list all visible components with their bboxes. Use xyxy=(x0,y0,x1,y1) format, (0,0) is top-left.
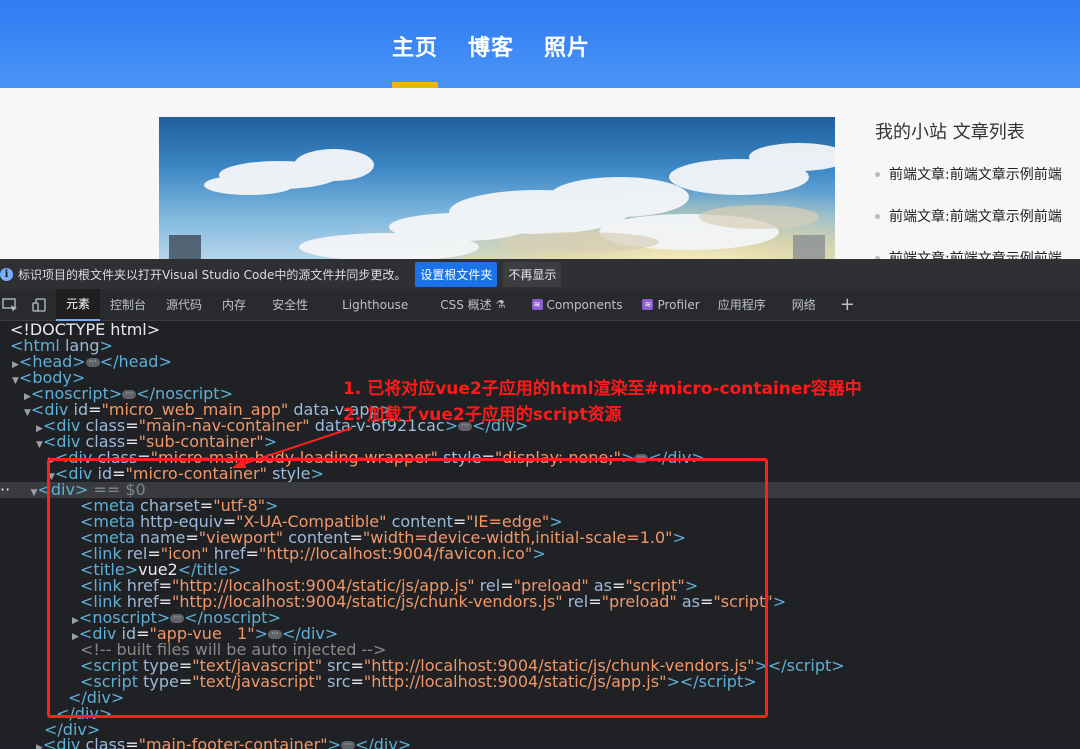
sky-clouds-image xyxy=(159,117,835,259)
flask-icon: ⚗ xyxy=(495,298,506,311)
tab-label: CSS 概述 xyxy=(440,298,492,312)
nav-photos[interactable]: 照片 xyxy=(544,30,590,88)
set-root-folder-button[interactable]: 设置根文件夹 xyxy=(415,261,498,287)
article-title: 前端文章:前端文章示例前端 xyxy=(889,251,1062,259)
highlight-box xyxy=(47,458,768,718)
ellipsis-icon[interactable]: ··· xyxy=(122,390,137,399)
site-header: 主页 博客 照片 xyxy=(0,0,1080,88)
ellipsis-icon[interactable]: ··· xyxy=(85,358,100,367)
sidebar-title: 我的小站 文章列表 xyxy=(875,122,1025,143)
inspect-element-icon[interactable] xyxy=(2,297,18,312)
collapse-icon[interactable]: ▼ xyxy=(36,440,43,450)
article-title: 前端文章:前端文章示例前端 xyxy=(889,209,1062,225)
footer-container-line[interactable]: ▶<div class="main-footer-container"> ··· <… xyxy=(36,737,411,749)
annotation-line-2: 2. 加载了vue2子应用的script资源 xyxy=(343,405,622,425)
devtools-tabbar: 元素 控制台 源代码 内存 安全性 Lighthouse CSS 概述 ⚗ ≋ Co… xyxy=(0,288,1080,321)
collapse-icon[interactable]: ▼ xyxy=(24,408,31,418)
collapse-icon[interactable]: ▼ xyxy=(12,376,19,386)
tab-lighthouse[interactable]: Lighthouse xyxy=(324,289,424,321)
hero-image xyxy=(159,117,835,259)
expand-icon[interactable]: ▶ xyxy=(36,424,43,434)
bullet-icon xyxy=(875,213,880,219)
tab-memory[interactable]: 内存 xyxy=(212,289,256,321)
article-sidebar: 我的小站 文章列表 前端文章:前端文章示例前端 前端文章:前端文章示例前端 前端… xyxy=(875,118,1080,259)
website-preview: 主页 博客 照片 我的小站 文章列表 前端文章:前端文章示例前端 前端文章:前端… xyxy=(0,0,1080,259)
annotation-line-1: 1. 已将对应vue2子应用的html渲染至#micro-container容器… xyxy=(343,379,862,399)
devtools-infobar: i 标识项目的根文件夹以打开Visual Studio Code中的源文件并同步… xyxy=(0,259,1080,289)
dont-show-again-button[interactable]: 不再显示 xyxy=(503,261,562,287)
tab-console[interactable]: 控制台 xyxy=(100,289,156,321)
infobar-message: 标识项目的根文件夹以打开Visual Studio Code中的源文件并同步更改… xyxy=(18,267,407,282)
article-title: 前端文章:前端文章示例前端 xyxy=(889,167,1062,183)
tab-components[interactable]: ≋ Components xyxy=(522,289,633,321)
expand-icon[interactable]: ▶ xyxy=(12,360,19,370)
info-icon: i xyxy=(0,267,13,281)
nav-blog[interactable]: 博客 xyxy=(468,30,514,88)
tab-css-overview[interactable]: CSS 概述 ⚗ xyxy=(424,289,521,321)
add-tab-icon[interactable]: + xyxy=(826,294,869,315)
article-link[interactable]: 前端文章:前端文章示例前端 xyxy=(875,206,1080,226)
expand-icon[interactable]: ▶ xyxy=(36,743,43,749)
tab-label: Profiler xyxy=(657,297,700,312)
tab-profiler[interactable]: ≋ Profiler xyxy=(632,289,709,321)
tab-sources[interactable]: 源代码 xyxy=(156,289,212,321)
tab-application[interactable]: 应用程序 xyxy=(710,289,782,321)
tab-security[interactable]: 安全性 xyxy=(256,289,324,321)
vue-icon: ≋ xyxy=(642,299,654,310)
main-nav: 主页 博客 照片 xyxy=(392,30,590,88)
device-toolbar-icon[interactable] xyxy=(32,297,48,312)
vue-icon: ≋ xyxy=(531,299,543,310)
nav-home[interactable]: 主页 xyxy=(392,30,439,88)
ellipsis-icon[interactable]: ··· xyxy=(340,741,355,749)
article-link[interactable]: 前端文章:前端文章示例前端 xyxy=(875,164,1080,184)
bullet-icon xyxy=(875,171,880,177)
article-link[interactable]: 前端文章:前端文章示例前端 xyxy=(875,248,1080,259)
tab-label: Components xyxy=(546,297,623,312)
tab-network[interactable]: 网络 xyxy=(782,289,826,321)
expand-icon[interactable]: ▶ xyxy=(24,392,31,402)
tab-elements[interactable]: 元素 xyxy=(56,288,101,321)
